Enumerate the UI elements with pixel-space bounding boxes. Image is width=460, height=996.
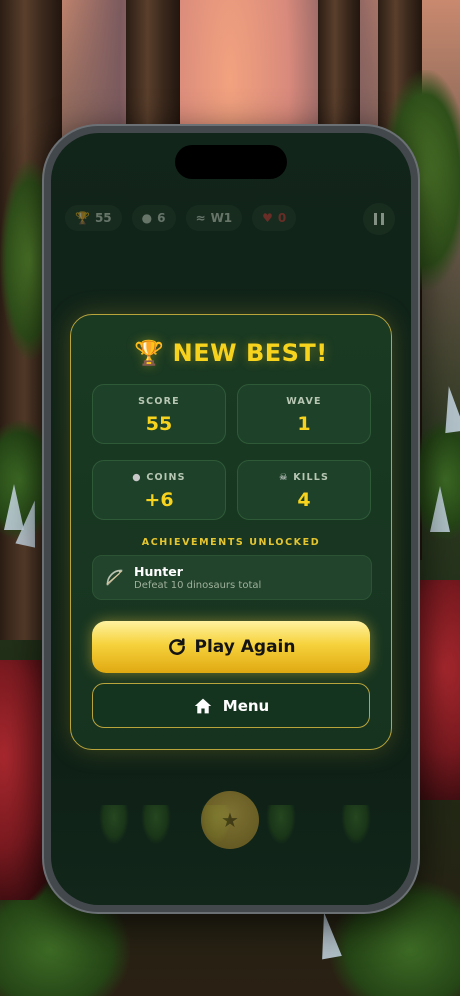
ability-button[interactable]: ★: [201, 791, 259, 849]
stat-label: SCORE: [138, 396, 180, 407]
hud-wave: W1: [210, 211, 233, 225]
new-best-title: 🏆 NEW BEST!: [134, 339, 328, 367]
lives-pill: ♥ 0: [252, 205, 297, 231]
score-pill: 🏆 55: [65, 205, 122, 231]
achievement-name: Hunter: [134, 564, 183, 579]
hud-lives: 0: [277, 211, 287, 225]
tree-trunk: [318, 0, 360, 140]
star-icon: ★: [221, 808, 239, 832]
crystal: [430, 486, 450, 532]
kills-stat: ☠ KILLS 4: [237, 460, 371, 520]
trophy-icon: 🏆: [134, 339, 165, 367]
coins-stat: ● COINS +6: [92, 460, 226, 520]
wave-pill: ≈ W1: [185, 205, 243, 231]
wave-stat: WAVE 1: [237, 384, 371, 444]
coin-icon: ●: [132, 472, 142, 483]
stat-label: ● COINS: [132, 472, 186, 483]
play-again-label: Play Again: [194, 637, 296, 657]
restart-icon: [168, 638, 185, 655]
phone-frame: 🏆 55 ● 6 ≈ W1 ♥ 0 ★ 🏆 NEW BEST! SCORE 55…: [44, 126, 418, 912]
menu-button[interactable]: Menu: [92, 683, 370, 728]
stat-value: 1: [297, 413, 311, 435]
dynamic-island: [175, 145, 287, 179]
game-over-modal: 🏆 NEW BEST! SCORE 55 WAVE 1 ● COINS +6 ☠ …: [70, 314, 392, 750]
achievement-description: Defeat 10 dinosaurs total: [134, 580, 262, 591]
stat-value: 55: [145, 413, 173, 435]
stat-value: +6: [144, 489, 174, 511]
stat-label: ☠ KILLS: [278, 472, 330, 483]
stat-label: WAVE: [286, 396, 322, 407]
achievements-heading: ACHIEVEMENTS UNLOCKED: [141, 537, 321, 548]
menu-label: Menu: [222, 696, 270, 715]
hud-coins: 6: [157, 211, 166, 225]
bow-icon: [106, 569, 123, 586]
trophy-icon: 🏆: [75, 211, 90, 225]
coins-pill: ● 6: [131, 205, 176, 231]
coin-icon: ●: [141, 211, 153, 225]
home-icon: [194, 698, 211, 713]
score-stat: SCORE 55: [92, 384, 226, 444]
wave-icon: ≈: [195, 211, 206, 225]
achievement-card: Hunter Defeat 10 dinosaurs total: [92, 555, 372, 600]
hud-score: 55: [94, 211, 112, 225]
hud-bar: 🏆 55 ● 6 ≈ W1 ♥ 0: [65, 205, 297, 231]
pause-button[interactable]: [363, 203, 395, 235]
pause-icon: [374, 213, 377, 225]
tree-trunk: [126, 0, 180, 140]
skull-icon: ☠: [278, 472, 289, 483]
stat-value: 4: [297, 489, 311, 511]
play-again-button[interactable]: Play Again: [92, 621, 370, 673]
heart-icon: ♥: [262, 211, 273, 225]
game-screen: 🏆 55 ● 6 ≈ W1 ♥ 0 ★ 🏆 NEW BEST! SCORE 55…: [51, 133, 411, 905]
